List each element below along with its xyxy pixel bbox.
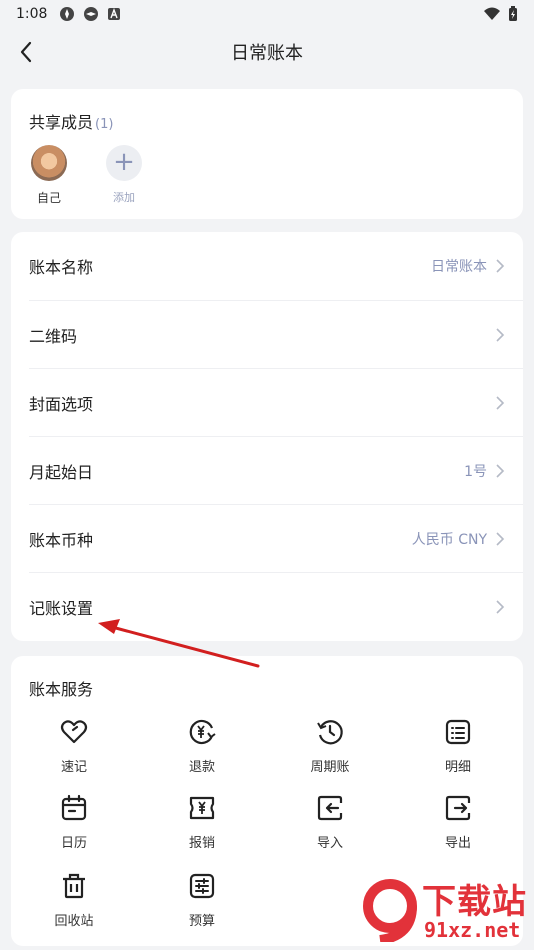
- add-member-button[interactable]: + 添加: [94, 145, 154, 205]
- import-icon: [317, 795, 343, 821]
- budget-icon: [189, 873, 215, 899]
- row-value: 日常账本: [431, 259, 487, 275]
- calendar-icon: [61, 794, 87, 821]
- status-bar: 1:08: [0, 0, 534, 28]
- reimburse-icon: [189, 796, 215, 820]
- row-value: 1号: [464, 464, 487, 480]
- ledger-services-title: 账本服务: [29, 680, 94, 699]
- back-button[interactable]: [12, 38, 40, 66]
- service-label: 明细: [444, 760, 471, 775]
- service-label: 回收站: [54, 914, 94, 929]
- service-label: 日历: [60, 836, 87, 851]
- wifi-icon: [484, 7, 500, 20]
- service-quick-note[interactable]: 速记: [34, 718, 114, 775]
- row-ledger-currency[interactable]: 账本币种 人民币 CNY: [11, 505, 523, 573]
- service-label: 导出: [444, 836, 471, 851]
- chevron-right-icon: [496, 328, 505, 342]
- row-month-start-day[interactable]: 月起始日 1号: [11, 437, 523, 505]
- row-value: 人民币 CNY: [411, 532, 487, 548]
- member-count: (1): [95, 117, 114, 132]
- service-recycle-bin[interactable]: 回收站: [34, 872, 114, 929]
- status-notification-icons: [59, 6, 121, 22]
- notification-a-icon: [108, 8, 121, 20]
- shared-members-title: 共享成员: [29, 113, 94, 132]
- service-export[interactable]: 导出: [418, 794, 498, 851]
- row-label: 记账设置: [29, 599, 94, 618]
- row-cover-options[interactable]: 封面选项: [11, 369, 523, 437]
- member-self[interactable]: 自己: [19, 145, 79, 206]
- member-self-label: 自己: [36, 191, 61, 205]
- service-import[interactable]: 导入: [290, 794, 370, 851]
- chevron-left-icon: [20, 41, 32, 63]
- notification-app-icon: [60, 7, 75, 21]
- avatar: [31, 145, 67, 181]
- plus-icon: +: [106, 145, 142, 181]
- row-qrcode[interactable]: 二维码: [11, 301, 523, 369]
- chevron-right-icon: [496, 464, 505, 478]
- row-bookkeeping-settings[interactable]: 记账设置: [11, 573, 523, 641]
- battery-icon: [509, 6, 517, 21]
- export-icon: [445, 795, 471, 821]
- chevron-right-icon: [496, 396, 505, 410]
- row-label: 封面选项: [29, 395, 94, 414]
- shared-members-card: 共享成员 (1) 自己 + 添加: [11, 89, 523, 219]
- service-calendar[interactable]: 日历: [34, 794, 114, 851]
- shared-members-header: 共享成员 (1): [29, 109, 113, 133]
- service-label: 速记: [60, 760, 87, 775]
- row-label: 账本名称: [29, 258, 94, 277]
- trash-icon: [63, 873, 85, 899]
- watermark-line2: 91xz.net: [424, 918, 521, 942]
- page-title: 日常账本: [231, 43, 303, 64]
- row-ledger-name[interactable]: 账本名称 日常账本: [11, 232, 523, 300]
- service-label: 退款: [188, 760, 215, 775]
- service-label: 预算: [188, 914, 215, 929]
- nav-bar: 日常账本: [0, 28, 534, 76]
- service-refund[interactable]: 退款: [162, 718, 242, 775]
- ledger-settings-card: 账本名称 日常账本 二维码 封面选项 月起始日 1号 账本币种 人民币 CNY …: [11, 232, 523, 641]
- service-label: 周期账: [310, 760, 350, 775]
- row-label: 月起始日: [29, 463, 94, 482]
- service-reimburse[interactable]: 报销: [162, 794, 242, 851]
- chevron-right-icon: [496, 259, 505, 273]
- service-budget[interactable]: 预算: [162, 872, 242, 929]
- watermark-mark-icon: [363, 879, 417, 942]
- service-details[interactable]: 明细: [418, 718, 498, 775]
- notification-app-icon: [84, 7, 99, 21]
- row-label: 账本币种: [29, 531, 94, 550]
- watermark-line1: 下载站: [422, 882, 527, 922]
- service-recurring[interactable]: 周期账: [290, 718, 370, 775]
- heart-edit-icon: [60, 720, 88, 744]
- chevron-right-icon: [496, 600, 505, 614]
- service-label: 导入: [316, 836, 343, 851]
- refund-icon: [189, 719, 216, 745]
- chevron-right-icon: [496, 532, 505, 546]
- cycle-clock-icon: [317, 720, 343, 745]
- list-detail-icon: [445, 719, 471, 745]
- watermark-logo: 下载站 91xz.net: [360, 868, 530, 948]
- service-label: 报销: [188, 836, 215, 851]
- row-label: 二维码: [29, 327, 78, 346]
- add-member-label: 添加: [113, 191, 135, 204]
- status-time: 1:08: [16, 6, 48, 22]
